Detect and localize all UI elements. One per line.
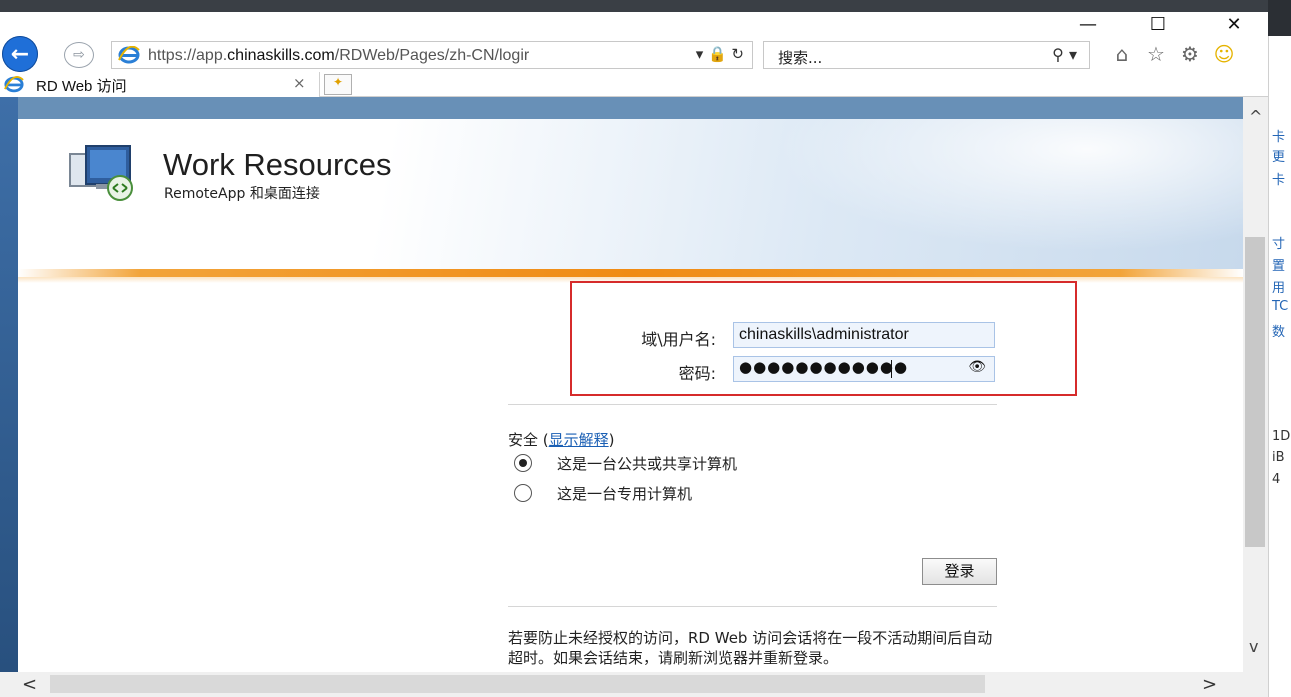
favorites-star-icon[interactable]: ☆ xyxy=(1144,42,1168,66)
username-value: chinaskills\administrator xyxy=(739,326,909,343)
url-text: https://app.chinaskills.com/RDWeb/Pages/… xyxy=(148,47,530,64)
background-app-strip xyxy=(0,0,1291,12)
vertical-scroll-thumb[interactable] xyxy=(1245,237,1265,547)
background-text: 更 xyxy=(1272,150,1286,165)
tab-bar: RD Web 访问 × ✦ xyxy=(0,72,1268,97)
navigation-bar: ← ⇨ https://app.chinaskills.com/RDWeb/Pa… xyxy=(0,36,1268,72)
background-text: 置 xyxy=(1272,259,1286,274)
security-label: 安全 (显示解释) xyxy=(508,431,615,449)
radio-private-label[interactable]: 这是一台专用计算机 xyxy=(557,483,692,504)
page-header: Work Resources RemoteApp 和桌面连接 xyxy=(18,119,1243,269)
page-title: Work Resources xyxy=(163,147,392,182)
left-rail xyxy=(0,97,18,672)
radio-private-computer[interactable] xyxy=(514,484,532,502)
divider xyxy=(508,606,997,607)
background-text: 寸 xyxy=(1272,237,1286,252)
gear-icon[interactable]: ⚙ xyxy=(1178,42,1202,66)
ie-icon xyxy=(118,46,140,64)
scroll-up-icon[interactable]: ^ xyxy=(1249,107,1262,126)
radio-public-computer[interactable] xyxy=(514,454,532,472)
password-masked-value: ●●●●●●●●●●●● xyxy=(739,358,909,376)
new-tab-button[interactable]: ✦ xyxy=(324,74,352,95)
new-tab-icon: ✦ xyxy=(332,75,344,89)
radio-public-label[interactable]: 这是一台公共或共享计算机 xyxy=(557,453,737,474)
tab-label: RD Web 访问 xyxy=(36,78,127,95)
header-band xyxy=(18,97,1243,119)
toolbar-icons: ⌂ ☆ ⚙ ☺ xyxy=(1110,40,1250,68)
title-bar: — ☐ ✕ xyxy=(0,12,1268,36)
login-button[interactable]: 登录 xyxy=(922,558,997,585)
search-icon[interactable]: ⚲ ▾ xyxy=(1052,45,1077,64)
smile-feedback-icon[interactable]: ☺ xyxy=(1212,42,1236,66)
address-bar[interactable]: https://app.chinaskills.com/RDWeb/Pages/… xyxy=(111,41,753,69)
maximize-button[interactable]: ☐ xyxy=(1135,12,1181,36)
username-label: 域\用户名: xyxy=(641,330,716,349)
remote-desktop-icon xyxy=(69,145,133,201)
background-text: TC xyxy=(1272,299,1289,314)
ie-icon xyxy=(4,76,24,93)
vertical-scrollbar[interactable]: ^ v xyxy=(1243,97,1268,672)
header-sheen xyxy=(723,119,1243,269)
background-window-top xyxy=(1268,0,1291,36)
background-text: 数 xyxy=(1272,325,1286,340)
tab-close-icon[interactable]: × xyxy=(293,74,306,92)
background-text: 卡 xyxy=(1272,173,1286,188)
password-label: 密码: xyxy=(678,364,716,383)
background-text: 1D xyxy=(1272,429,1291,444)
show-explanation-link[interactable]: 显示解释 xyxy=(549,431,609,449)
tab-rd-web[interactable]: RD Web 访问 × xyxy=(0,72,320,97)
horizontal-scroll-thumb[interactable] xyxy=(50,675,985,693)
divider xyxy=(508,404,997,405)
back-arrow-icon: ← xyxy=(10,41,30,67)
accent-divider xyxy=(18,269,1243,277)
background-app-text xyxy=(40,0,50,12)
url-tools[interactable]: ▾ 🔒 ↻ xyxy=(696,45,744,63)
background-text: iB xyxy=(1272,450,1285,465)
background-text: 用 xyxy=(1272,281,1286,296)
background-window: 卡 更 卡 寸 置 用 TC 数 1D iB 4 xyxy=(1268,36,1291,697)
text-caret xyxy=(891,360,892,378)
minimize-button[interactable]: — xyxy=(1065,12,1111,36)
background-text: 4 xyxy=(1272,472,1281,487)
background-text: 卡 xyxy=(1272,130,1286,145)
username-field[interactable]: chinaskills\administrator xyxy=(733,322,995,348)
horizontal-scrollbar[interactable]: < > xyxy=(0,672,1268,697)
scroll-down-icon[interactable]: v xyxy=(1249,637,1258,656)
forward-arrow-icon: ⇨ xyxy=(73,47,85,63)
scroll-right-icon[interactable]: > xyxy=(1202,674,1217,695)
home-icon[interactable]: ⌂ xyxy=(1110,42,1134,66)
page-subtitle: RemoteApp 和桌面连接 xyxy=(164,186,320,202)
back-button[interactable]: ← xyxy=(2,36,38,72)
forward-button[interactable]: ⇨ xyxy=(64,42,94,68)
password-field[interactable]: ●●●●●●●●●●●● 👁 xyxy=(733,356,995,382)
search-placeholder: 搜索... xyxy=(778,49,823,67)
page-viewport: Work Resources RemoteApp 和桌面连接 域\用户名: ch… xyxy=(0,97,1243,672)
scroll-left-icon[interactable]: < xyxy=(22,674,37,695)
close-window-button[interactable]: ✕ xyxy=(1211,12,1257,36)
timeout-notice: 若要防止未经授权的访问，RD Web 访问会话将在一段不活动期间后自动超时。如果… xyxy=(508,629,993,667)
reveal-password-icon[interactable]: 👁 xyxy=(968,359,986,375)
search-input[interactable]: 搜索... ⚲ ▾ xyxy=(763,41,1090,69)
